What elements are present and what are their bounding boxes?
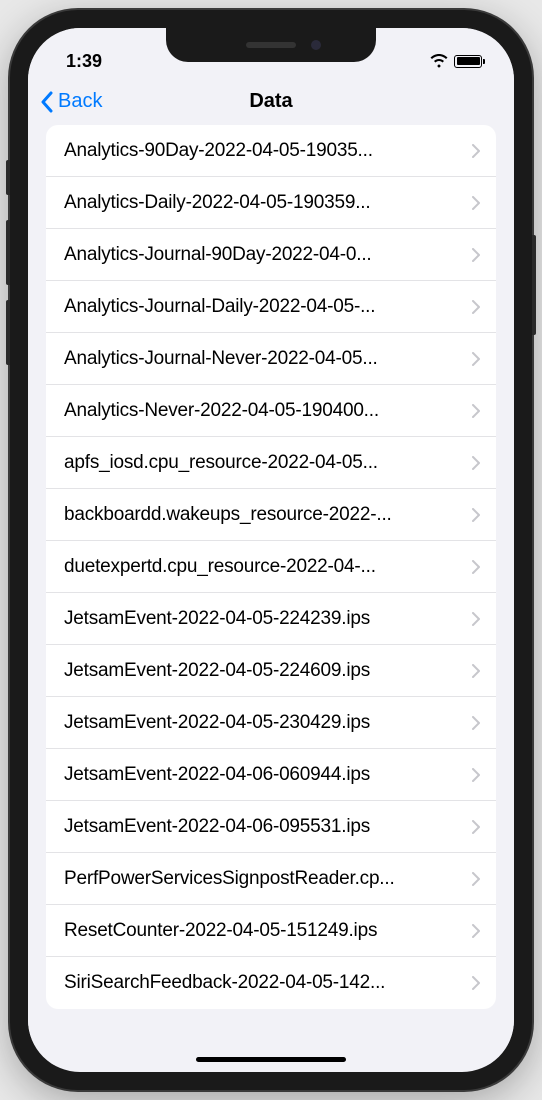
list-item[interactable]: backboardd.wakeups_resource-2022-... <box>46 489 496 541</box>
battery-fill <box>457 57 480 65</box>
chevron-right-icon <box>472 612 480 626</box>
list-item-label: JetsamEvent-2022-04-05-224609.ips <box>64 660 464 682</box>
list-item-label: duetexpertd.cpu_resource-2022-04-... <box>64 556 464 578</box>
back-label: Back <box>58 90 102 113</box>
chevron-right-icon <box>472 196 480 210</box>
list-item-label: Analytics-90Day-2022-04-05-19035... <box>64 140 464 162</box>
list-item[interactable]: Analytics-Daily-2022-04-05-190359... <box>46 177 496 229</box>
list-item[interactable]: ResetCounter-2022-04-05-151249.ips <box>46 905 496 957</box>
list-item-label: Analytics-Never-2022-04-05-190400... <box>64 400 464 422</box>
list-item[interactable]: JetsamEvent-2022-04-06-095531.ips <box>46 801 496 853</box>
volume-down-button <box>6 300 10 365</box>
chevron-right-icon <box>472 248 480 262</box>
list-item-label: Analytics-Daily-2022-04-05-190359... <box>64 192 464 214</box>
list-item-label: apfs_iosd.cpu_resource-2022-04-05... <box>64 452 464 474</box>
chevron-right-icon <box>472 820 480 834</box>
chevron-right-icon <box>472 664 480 678</box>
list-item[interactable]: Analytics-Journal-Daily-2022-04-05-... <box>46 281 496 333</box>
volume-up-button <box>6 220 10 285</box>
list-item[interactable]: Analytics-Never-2022-04-05-190400... <box>46 385 496 437</box>
list-item-label: ResetCounter-2022-04-05-151249.ips <box>64 920 464 942</box>
chevron-right-icon <box>472 404 480 418</box>
chevron-right-icon <box>472 872 480 886</box>
list-item-label: Analytics-Journal-90Day-2022-04-0... <box>64 244 464 266</box>
content-area: Analytics-90Day-2022-04-05-19035... Analy… <box>28 125 514 1065</box>
list-item[interactable]: Analytics-90Day-2022-04-05-19035... <box>46 125 496 177</box>
list-item[interactable]: apfs_iosd.cpu_resource-2022-04-05... <box>46 437 496 489</box>
list-item[interactable]: Analytics-Journal-Never-2022-04-05... <box>46 333 496 385</box>
list-item[interactable]: JetsamEvent-2022-04-05-230429.ips <box>46 697 496 749</box>
back-button[interactable]: Back <box>40 90 102 113</box>
list-item-label: Analytics-Journal-Daily-2022-04-05-... <box>64 296 464 318</box>
chevron-right-icon <box>472 768 480 782</box>
list-item-label: SiriSearchFeedback-2022-04-05-142... <box>64 972 464 994</box>
status-icons <box>430 54 482 68</box>
list-item-label: JetsamEvent-2022-04-06-060944.ips <box>64 764 464 786</box>
notch <box>166 28 376 62</box>
chevron-right-icon <box>472 560 480 574</box>
power-button <box>532 235 536 335</box>
list-item-label: Analytics-Journal-Never-2022-04-05... <box>64 348 464 370</box>
list-item-label: JetsamEvent-2022-04-05-230429.ips <box>64 712 464 734</box>
list-item-label: PerfPowerServicesSignpostReader.cp... <box>64 868 464 890</box>
list-item[interactable]: JetsamEvent-2022-04-06-060944.ips <box>46 749 496 801</box>
front-camera <box>311 40 321 50</box>
home-indicator[interactable] <box>196 1057 346 1062</box>
status-time: 1:39 <box>66 51 102 72</box>
chevron-right-icon <box>472 976 480 990</box>
nav-bar: Back Data <box>28 80 514 125</box>
data-list: Analytics-90Day-2022-04-05-19035... Analy… <box>46 125 496 1009</box>
phone-frame: 1:39 Back Data Analytics-90D <box>10 10 532 1090</box>
chevron-right-icon <box>472 352 480 366</box>
wifi-icon <box>430 54 448 68</box>
chevron-right-icon <box>472 300 480 314</box>
list-item[interactable]: JetsamEvent-2022-04-05-224609.ips <box>46 645 496 697</box>
chevron-right-icon <box>472 508 480 522</box>
chevron-left-icon <box>40 91 54 113</box>
list-item[interactable]: SiriSearchFeedback-2022-04-05-142... <box>46 957 496 1009</box>
chevron-right-icon <box>472 924 480 938</box>
list-item[interactable]: duetexpertd.cpu_resource-2022-04-... <box>46 541 496 593</box>
list-item-label: JetsamEvent-2022-04-05-224239.ips <box>64 608 464 630</box>
list-item-label: JetsamEvent-2022-04-06-095531.ips <box>64 816 464 838</box>
chevron-right-icon <box>472 456 480 470</box>
chevron-right-icon <box>472 144 480 158</box>
chevron-right-icon <box>472 716 480 730</box>
list-item[interactable]: Analytics-Journal-90Day-2022-04-0... <box>46 229 496 281</box>
screen: 1:39 Back Data Analytics-90D <box>28 28 514 1072</box>
battery-icon <box>454 55 482 68</box>
list-item[interactable]: PerfPowerServicesSignpostReader.cp... <box>46 853 496 905</box>
silent-switch <box>6 160 10 195</box>
list-item-label: backboardd.wakeups_resource-2022-... <box>64 504 464 526</box>
list-item[interactable]: JetsamEvent-2022-04-05-224239.ips <box>46 593 496 645</box>
speaker <box>246 42 296 48</box>
